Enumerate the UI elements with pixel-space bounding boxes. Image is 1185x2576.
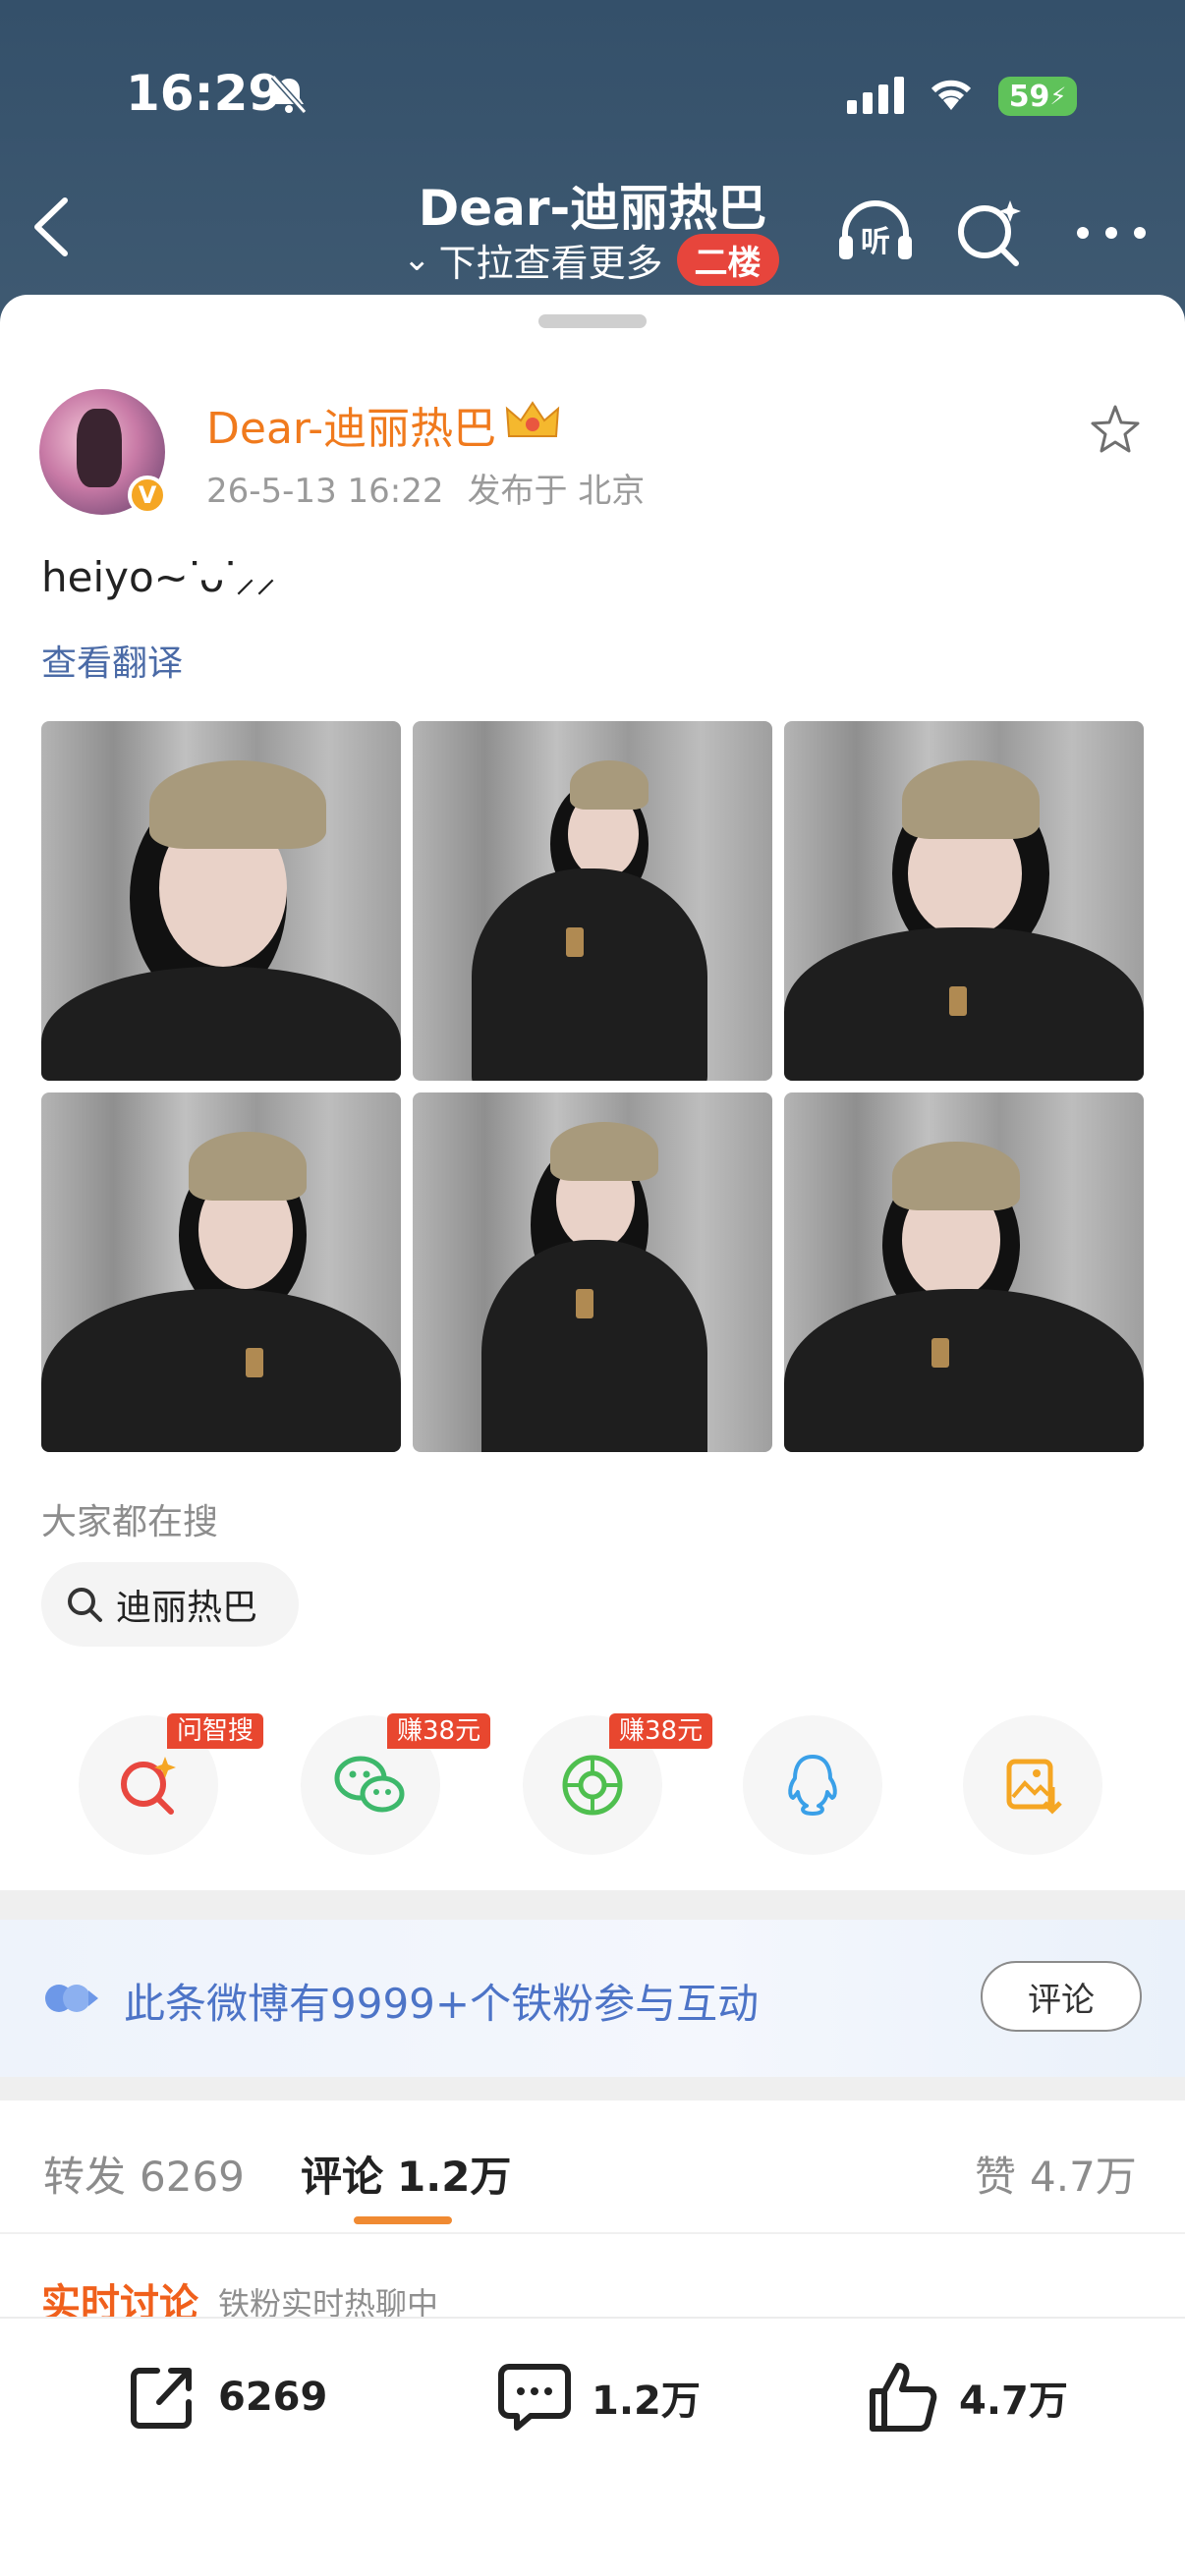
post-image-6[interactable]: [784, 1092, 1144, 1452]
sheet-grabber[interactable]: [538, 314, 647, 328]
share-badge-ask: 问智搜: [167, 1713, 264, 1749]
status-time: 16:29: [126, 65, 283, 122]
search-sparkle-icon[interactable]: [947, 191, 1032, 275]
crown-icon: [505, 401, 560, 437]
tab-like-label: 赞: [975, 2153, 1017, 2201]
post-time: 26-5-13 16:22: [206, 472, 444, 511]
tab-comment[interactable]: 评论 1.2万: [301, 2144, 511, 2204]
battery-indicator: 59 ⚡: [998, 77, 1077, 116]
verified-badge-icon: V: [128, 476, 167, 515]
listen-icon-label: 听: [861, 225, 890, 259]
search-icon: [68, 1588, 102, 1622]
bottom-repost-count: 6269: [218, 2375, 328, 2420]
share-save-image-button[interactable]: [963, 1715, 1102, 1855]
moments-icon: [562, 1755, 623, 1816]
battery-level: 59: [1008, 79, 1050, 114]
post-image-1[interactable]: [41, 721, 401, 1081]
trending-chip-label: 迪丽热巴: [116, 1588, 258, 1628]
trending-chip[interactable]: 迪丽热巴: [41, 1562, 299, 1647]
post-image-4[interactable]: [41, 1092, 401, 1452]
wifi-icon: [931, 80, 972, 110]
bottom-like-button[interactable]: 4.7万: [863, 2356, 1068, 2438]
post-location: 发布于 北京: [467, 472, 646, 511]
qq-icon: [788, 1755, 837, 1816]
author-name[interactable]: Dear-迪丽热巴: [206, 393, 496, 456]
cellular-signal-icon: [847, 77, 904, 114]
star-favorite-icon[interactable]: [1089, 403, 1142, 456]
tab-comment-label: 评论: [301, 2153, 384, 2201]
bottom-comment-button[interactable]: 1.2万: [495, 2356, 701, 2438]
translate-link[interactable]: 查看翻译: [41, 635, 183, 686]
comment-icon: [498, 2364, 571, 2431]
post-image-5[interactable]: [413, 1092, 772, 1452]
repost-icon: [131, 2368, 192, 2429]
post-text: heiyo~ᐝᴗᐝ⸝⸝: [41, 553, 277, 601]
bottom-repost-button[interactable]: 6269: [124, 2356, 327, 2438]
share-qq-button[interactable]: [743, 1715, 882, 1855]
tab-repost-count: 6269: [140, 2153, 245, 2201]
section-divider: [0, 1890, 1185, 1920]
chevron-down-icon: ⌄: [403, 240, 431, 279]
fans-icon: [45, 1985, 98, 2012]
fans-banner-text: 此条微博有9999+个铁粉参与互动: [124, 1980, 760, 2028]
floor-badge[interactable]: 二楼: [676, 233, 779, 286]
pull-down-hint[interactable]: ⌄ 下拉查看更多 二楼: [403, 232, 779, 287]
tab-repost-label: 转发: [43, 2153, 127, 2201]
active-tab-indicator: [354, 2216, 452, 2224]
tab-comment-count: 1.2万: [397, 2153, 512, 2201]
share-badge-wechat: 赚38元: [387, 1713, 491, 1749]
wechat-icon: [334, 1756, 405, 1813]
tab-like[interactable]: 赞 4.7万: [975, 2144, 1137, 2204]
section-divider-2: [0, 2077, 1185, 2100]
tab-divider: [0, 2232, 1185, 2234]
trending-title: 大家都在搜: [41, 1502, 219, 1542]
bell-muted-icon: [270, 75, 308, 114]
pull-hint-text: 下拉查看更多: [438, 241, 663, 285]
save-image-icon: [1006, 1759, 1062, 1815]
share-badge-moments: 赚38元: [609, 1713, 713, 1749]
more-dots-icon[interactable]: [1069, 191, 1154, 275]
tab-repost[interactable]: 转发 6269: [43, 2144, 245, 2204]
post-image-2[interactable]: [413, 721, 772, 1081]
listen-icon[interactable]: 听: [833, 191, 918, 275]
post-image-3[interactable]: [784, 721, 1144, 1081]
tab-like-count: 4.7万: [1030, 2153, 1137, 2201]
post-meta: 26-5-13 16:22 发布于 北京: [206, 464, 645, 512]
charging-icon: ⚡: [1049, 83, 1067, 110]
fans-comment-button[interactable]: 评论: [981, 1961, 1142, 2032]
bottom-comment-count: 1.2万: [592, 2379, 701, 2424]
ask-search-icon: [121, 1757, 176, 1815]
thumbs-up-icon: [870, 2363, 937, 2432]
bottom-like-count: 4.7万: [959, 2379, 1068, 2424]
